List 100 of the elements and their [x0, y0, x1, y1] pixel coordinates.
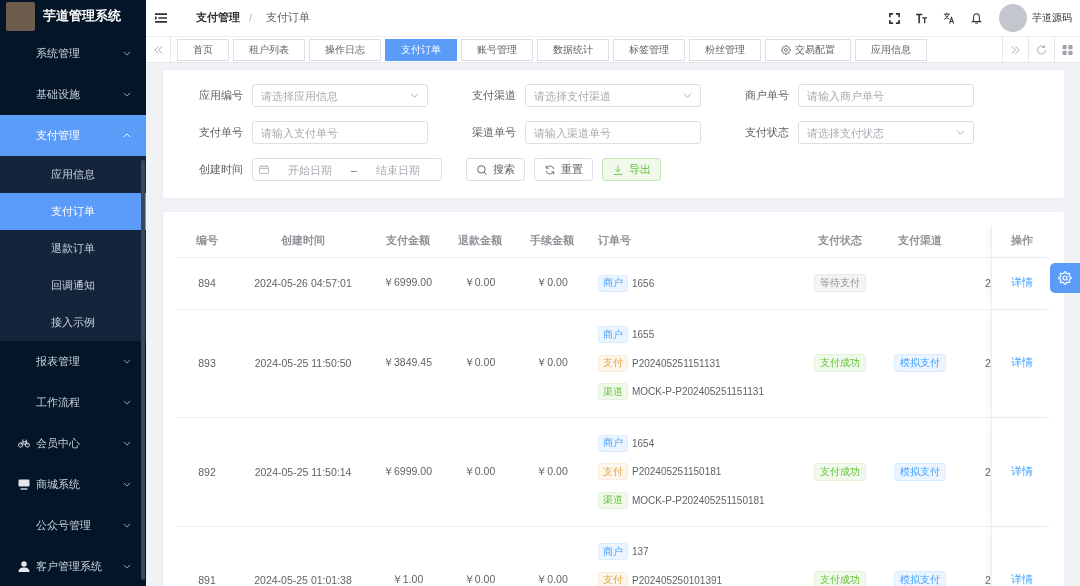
- channel-tag: 渠道: [598, 491, 628, 509]
- order-number: 1654: [632, 437, 655, 449]
- table-cell: ￥0.00: [463, 572, 496, 585]
- range-separator: –: [351, 163, 357, 176]
- column-header: 订单号: [598, 234, 631, 246]
- column-header: 支付状态: [818, 234, 862, 246]
- channel-tag: 渠道: [598, 383, 628, 401]
- field-label: 支付单号: [198, 125, 244, 140]
- input-field[interactable]: 请输入支付单号: [252, 121, 428, 144]
- sidebar-item[interactable]: 系统管理: [0, 33, 146, 74]
- translate-icon[interactable]: [943, 12, 955, 24]
- payment-tag: 支付: [598, 463, 628, 481]
- select-field[interactable]: 请选择应用信息: [252, 84, 428, 107]
- tab[interactable]: 账号管理: [461, 38, 533, 61]
- order-number: P202405251151131: [632, 357, 721, 369]
- user-name[interactable]: 芋道源码: [1032, 11, 1072, 25]
- double-chevron-left-icon: [152, 44, 164, 55]
- user-icon: [18, 561, 30, 572]
- column-header: 编号: [196, 234, 218, 246]
- order-number: P202405251150181: [632, 466, 722, 478]
- table-cell: 2: [985, 277, 991, 290]
- tab[interactable]: 租户列表: [233, 38, 305, 61]
- font-size-icon[interactable]: [916, 12, 927, 24]
- chevron-down-icon: [410, 93, 419, 98]
- tab[interactable]: 粉丝管理: [689, 38, 761, 61]
- menu-icon[interactable]: [155, 13, 167, 23]
- table-cell: 2024-05-25 01:01:38: [254, 573, 352, 586]
- pay-channel-tag: 模拟支付: [894, 354, 946, 373]
- table-cell: ￥0.00: [536, 464, 568, 477]
- merchant-tag: 商户: [598, 543, 628, 561]
- table-cell: 2024-05-25 11:50:50: [254, 357, 352, 370]
- column-header: 创建时间: [281, 234, 325, 246]
- select-field[interactable]: 请选择支付渠道: [525, 84, 701, 107]
- input-field[interactable]: 请输入渠道单号: [525, 121, 701, 144]
- breadcrumb-item: 支付订单: [265, 11, 310, 25]
- sidebar-item[interactable]: 报表管理: [0, 341, 146, 382]
- status-tag: 等待支付: [814, 274, 866, 293]
- sidebar-subitem[interactable]: 回调通知: [0, 267, 146, 304]
- pay-channel-tag: 模拟支付: [894, 462, 946, 481]
- double-chevron-right-icon: [1010, 44, 1021, 55]
- sidebar-item[interactable]: 会员中心: [0, 423, 146, 464]
- bell-icon[interactable]: [971, 12, 982, 24]
- sidebar-subitem[interactable]: 接入示例: [0, 304, 146, 341]
- table-cell: ￥0.00: [536, 276, 568, 289]
- sidebar-item[interactable]: 商城系统: [0, 464, 146, 505]
- order-number: 1656: [632, 277, 655, 289]
- breadcrumb-separator: /: [249, 12, 252, 24]
- sidebar-item[interactable]: 基础设施: [0, 74, 146, 115]
- search-button[interactable]: 搜索: [466, 158, 525, 181]
- table-cell: ￥3849.45: [383, 356, 432, 369]
- user-avatar[interactable]: [999, 4, 1027, 32]
- field-label: 应用编号: [198, 88, 244, 103]
- select-field[interactable]: 请选择支付状态: [798, 121, 974, 144]
- download-icon: [612, 164, 623, 175]
- start-date-input[interactable]: 开始日期: [273, 163, 348, 176]
- field-label: 支付渠道: [471, 88, 517, 103]
- tab[interactable]: 操作日志: [309, 38, 381, 61]
- sidebar-item[interactable]: 公众号管理: [0, 505, 146, 546]
- field-label: 创建时间: [198, 162, 244, 177]
- column-header: 操作: [1010, 234, 1033, 248]
- scrollbar-thumb[interactable]: [141, 160, 145, 580]
- input-field[interactable]: 请输入商户单号: [798, 84, 974, 107]
- breadcrumb-item[interactable]: 支付管理: [196, 11, 240, 25]
- column-header: 支付渠道: [898, 234, 942, 246]
- tab[interactable]: 首页: [177, 38, 229, 61]
- status-tag: 支付成功: [814, 354, 866, 373]
- sidebar-subitem[interactable]: 退款订单: [0, 230, 146, 267]
- table-cell: ￥0.00: [463, 464, 496, 477]
- reset-button[interactable]: 重置: [534, 158, 593, 181]
- sidebar-item[interactable]: 客户管理系统: [0, 546, 146, 586]
- pay-channel-tag: 模拟支付: [894, 570, 946, 586]
- field-label: 支付状态: [744, 125, 790, 140]
- reset-icon: [544, 164, 555, 175]
- fullscreen-icon[interactable]: [889, 12, 900, 24]
- tab[interactable]: 数据统计: [537, 38, 609, 61]
- chevron-down-icon: [956, 130, 965, 135]
- sidebar-item[interactable]: 工作流程: [0, 382, 146, 423]
- table-cell: 891: [198, 573, 216, 586]
- tab[interactable]: 标签管理: [613, 38, 685, 61]
- payment-tag: 支付: [598, 354, 628, 372]
- table-cell: 893: [198, 357, 216, 370]
- payment-tag: 支付: [598, 571, 628, 586]
- table-cell: 2024-05-26 04:57:01: [254, 277, 352, 290]
- gear-icon: [781, 44, 791, 55]
- sidebar-subitem[interactable]: 应用信息: [0, 156, 146, 193]
- table-cell: 894: [198, 277, 216, 290]
- tab[interactable]: 应用信息: [855, 38, 927, 61]
- bicycle-icon: [18, 438, 30, 449]
- monitor-icon: [18, 479, 30, 490]
- column-header: 手续金额: [530, 234, 574, 246]
- grid-icon: [1062, 44, 1073, 55]
- table-cell: 892: [198, 465, 216, 478]
- table-cell: 2024-05-25 11:50:14: [254, 465, 352, 478]
- date-range-field[interactable]: 开始日期 – 结束日期: [252, 158, 442, 181]
- table-cell: 2: [985, 357, 991, 370]
- status-tag: 支付成功: [814, 570, 866, 586]
- settings-button[interactable]: [1050, 263, 1080, 293]
- table-cell: ￥0.00: [536, 356, 568, 369]
- tab[interactable]: 交易配置: [765, 38, 851, 61]
- end-date-input[interactable]: 结束日期: [360, 163, 435, 176]
